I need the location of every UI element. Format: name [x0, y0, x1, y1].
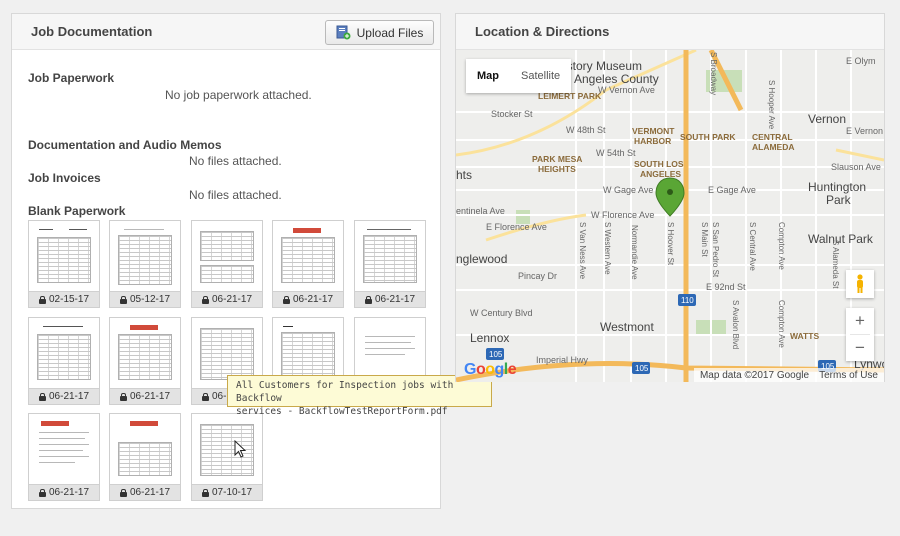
blank-form-thumbnail[interactable]: 06-21-17	[109, 413, 181, 501]
document-preview	[359, 225, 421, 289]
map-type-toggle: Map Satellite	[466, 59, 572, 93]
street-view-pegman-icon[interactable]	[846, 270, 874, 298]
document-preview	[277, 225, 339, 289]
thumbnail-date: 06-21-17	[29, 388, 99, 404]
thumbnail-date: 02-15-17	[29, 291, 99, 307]
map-type-map-button[interactable]: Map	[466, 59, 510, 93]
upload-files-button[interactable]: Upload Files	[325, 20, 434, 45]
lock-icon	[119, 488, 127, 497]
job-paperwork-heading: Job Paperwork	[28, 71, 115, 85]
document-preview	[114, 225, 176, 289]
google-logo: Google	[464, 361, 517, 378]
thumbnail-date: 06-21-17	[110, 484, 180, 500]
document-preview	[33, 225, 95, 289]
document-preview	[114, 418, 176, 482]
blank-form-thumbnail[interactable]: 06-21-17	[28, 413, 100, 501]
lock-icon	[38, 392, 46, 401]
document-preview	[196, 225, 258, 289]
blank-form-thumbnail[interactable]: 02-15-17	[28, 220, 100, 308]
thumbnail-date: 06-21-17	[273, 291, 343, 307]
panel-header: Location & Directions	[456, 14, 884, 50]
lock-icon	[119, 295, 127, 304]
map-view[interactable]: istory Museum Angeles County LEIMERT PAR…	[456, 50, 884, 382]
lock-icon	[38, 488, 46, 497]
job-paperwork-message: No job paperwork attached.	[165, 88, 312, 102]
lock-icon	[364, 295, 372, 304]
panel-title: Location & Directions	[475, 24, 610, 39]
thumbnail-date: 06-21-17	[192, 291, 262, 307]
panel-header: Job Documentation Upload Files	[12, 14, 440, 50]
thumbnail-date: 07-10-17	[192, 484, 262, 500]
thumbnail-date: 06-21-17	[110, 388, 180, 404]
thumbnail-date: 06-21-17	[29, 484, 99, 500]
zoom-in-button[interactable]: +	[846, 308, 874, 334]
job-documentation-panel: Job Documentation Upload Files Job Paper…	[11, 13, 441, 509]
blank-form-thumbnail[interactable]: 06-21-17	[28, 317, 100, 405]
lock-icon	[38, 295, 46, 304]
blank-form-thumbnail[interactable]: 06-21-17	[272, 220, 344, 308]
lock-icon	[119, 392, 127, 401]
blank-form-thumbnail[interactable]: 06-21-17	[109, 317, 181, 405]
tooltip-line-1: All Customers for Inspection jobs with B…	[236, 380, 454, 404]
blank-form-thumbnail[interactable]: 06-21-17	[354, 220, 426, 308]
upload-files-label: Upload Files	[356, 25, 424, 40]
location-directions-panel: Location & Directions istory Museum Ange…	[455, 13, 885, 382]
panel-title: Job Documentation	[31, 24, 153, 39]
lock-icon	[201, 488, 209, 497]
zoom-controls: + −	[846, 308, 874, 361]
blank-paperwork-heading: Blank Paperwork	[28, 204, 126, 218]
lock-icon	[201, 295, 209, 304]
memos-message: No files attached.	[189, 154, 282, 168]
blank-form-thumbnail[interactable]: 07-10-17	[191, 413, 263, 501]
lock-icon	[282, 295, 290, 304]
lock-icon	[201, 392, 209, 401]
mouse-cursor-icon	[234, 440, 247, 458]
memos-heading: Documentation and Audio Memos	[28, 138, 222, 152]
document-preview	[33, 322, 95, 386]
file-tooltip: All Customers for Inspection jobs with B…	[227, 375, 492, 417]
document-preview	[114, 322, 176, 386]
blank-form-thumbnail[interactable]: 06-21-17	[191, 220, 263, 308]
document-preview	[33, 418, 95, 482]
blank-form-thumbnail[interactable]: 05-12-17	[109, 220, 181, 308]
upload-icon	[336, 25, 351, 40]
map-data-credit: Map data ©2017 Google	[699, 369, 810, 381]
map-type-satellite-button[interactable]: Satellite	[510, 59, 571, 93]
location-pin-icon[interactable]	[655, 177, 685, 217]
tooltip-line-2: services - BackflowTestReportForm.pdf	[236, 406, 448, 417]
invoices-heading: Job Invoices	[28, 171, 101, 185]
thumbnail-date: 05-12-17	[110, 291, 180, 307]
map-attribution: Map data ©2017 Google Terms of Use	[693, 368, 884, 382]
map-roads	[456, 50, 884, 382]
terms-of-use-link[interactable]: Terms of Use	[819, 370, 878, 381]
thumbnail-date: 06-21-17	[355, 291, 425, 307]
invoices-message: No files attached.	[189, 188, 282, 202]
zoom-out-button[interactable]: −	[846, 335, 874, 361]
